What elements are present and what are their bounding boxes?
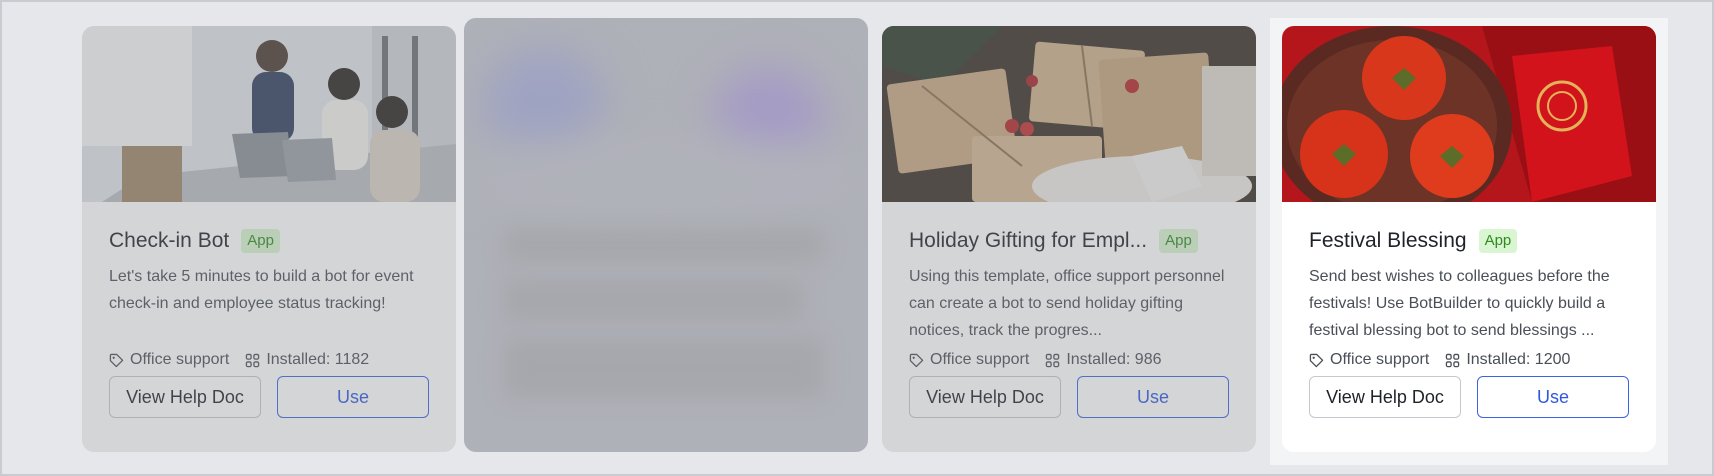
installed-count: Installed: 1182 xyxy=(266,351,370,368)
view-help-doc-button[interactable]: View Help Doc xyxy=(1309,376,1461,418)
office-meeting-photo xyxy=(82,26,456,202)
card-description: Using this template, office support pers… xyxy=(909,268,1225,339)
card-title: Festival Blessing xyxy=(1309,229,1467,252)
gift-boxes-photo xyxy=(882,26,1256,202)
tag-icon xyxy=(909,353,924,367)
category-label: Office support xyxy=(930,351,1030,368)
use-button[interactable]: Use xyxy=(1477,376,1629,418)
card-description: Let's take 5 minutes to build a bot for … xyxy=(109,268,414,312)
installed-count: Installed: 1200 xyxy=(1466,351,1571,368)
view-help-doc-button[interactable]: View Help Doc xyxy=(109,376,261,418)
tag-icon xyxy=(1309,353,1324,367)
apps-icon xyxy=(1046,353,1060,367)
template-card-check-in-bot[interactable]: Check-in Bot App Let's take 5 minutes to… xyxy=(82,26,456,452)
view-help-doc-button[interactable]: View Help Doc xyxy=(909,376,1061,418)
template-card-festival-blessing[interactable]: Festival Blessing App Send best wishes t… xyxy=(1282,26,1656,452)
app-badge: App xyxy=(1159,229,1198,253)
card-description: Send best wishes to colleagues before th… xyxy=(1309,268,1610,339)
card-title: Holiday Gifting for Empl... xyxy=(909,229,1148,252)
app-badge: App xyxy=(1478,229,1518,253)
installed-count: Installed: 986 xyxy=(1066,351,1162,368)
apps-icon xyxy=(246,353,260,367)
template-card-holiday-gifting[interactable]: Holiday Gifting for Empl... App Using th… xyxy=(882,26,1256,452)
use-button[interactable]: Use xyxy=(1077,376,1229,418)
template-gallery: Check-in Bot App Let's take 5 minutes to… xyxy=(0,0,1714,476)
blurred-template-card xyxy=(464,18,868,452)
apps-icon xyxy=(1446,353,1460,367)
use-button[interactable]: Use xyxy=(277,376,429,418)
app-badge: App xyxy=(241,229,280,253)
tag-icon xyxy=(109,353,124,367)
festival-persimmons-photo xyxy=(1282,26,1656,202)
category-label: Office support xyxy=(130,351,230,368)
card-title: Check-in Bot xyxy=(109,229,230,252)
category-label: Office support xyxy=(1330,351,1430,368)
